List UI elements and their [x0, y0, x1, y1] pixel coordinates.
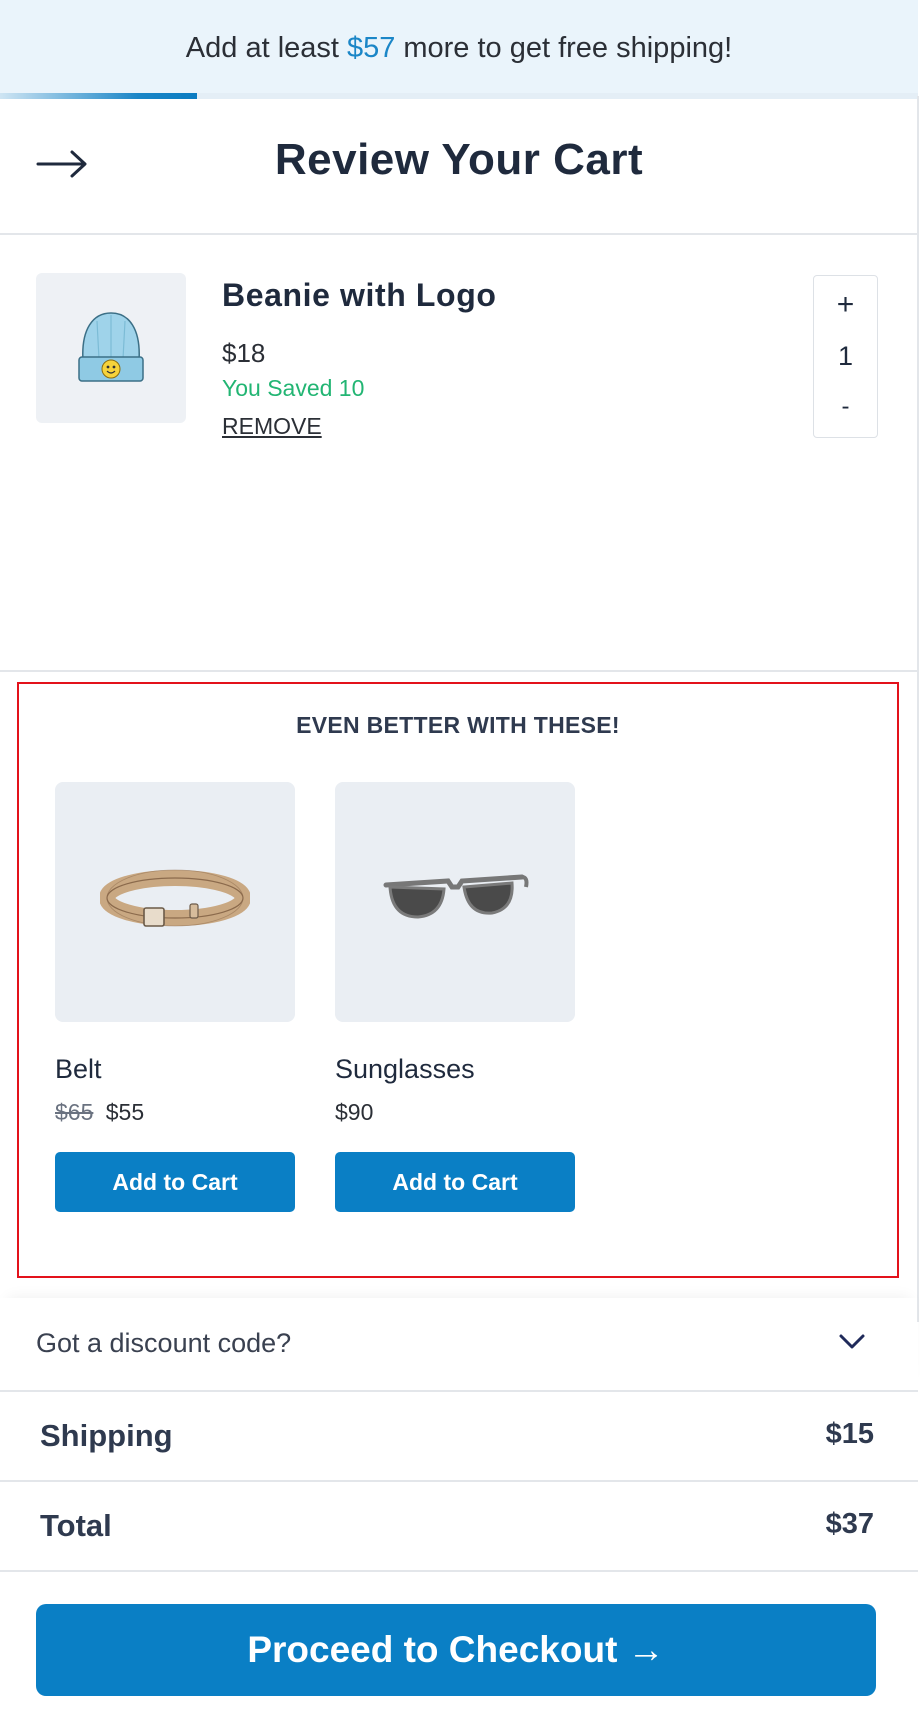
product-name: Belt — [55, 1054, 102, 1084]
increase-quantity-button[interactable]: + — [814, 282, 877, 328]
banner-amount: $57 — [346, 31, 396, 64]
cart-header: Review Your Cart — [0, 99, 918, 235]
discount-label: Got a discount code? — [36, 1328, 292, 1358]
shipping-row: Shipping $15 — [0, 1392, 918, 1482]
cart-item-name: Beanie with Logo — [222, 277, 497, 313]
product-price: $65 $55 — [55, 1099, 295, 1126]
product-thumbnail — [36, 273, 186, 423]
free-shipping-banner: Add at least $57 more to get free shippi… — [0, 0, 918, 96]
decrease-quantity-button[interactable]: - — [814, 384, 877, 430]
discount-code-toggle[interactable]: Got a discount code? — [0, 1298, 918, 1392]
product-name: Sunglasses — [335, 1054, 475, 1084]
upsell-section: EVEN BETTER WITH THESE! Belt $65 $55 Add… — [17, 682, 899, 1278]
total-value: $37 — [825, 1508, 874, 1540]
shipping-value: $15 — [825, 1418, 874, 1450]
upsell-heading: EVEN BETTER WITH THESE! — [296, 712, 620, 738]
product-image — [335, 782, 575, 1022]
proceed-to-checkout-button[interactable]: Proceed to Checkout → — [36, 1604, 876, 1696]
sunglasses-icon — [383, 874, 529, 919]
banner-prefix: Add at least — [185, 31, 339, 64]
quantity-value: 1 — [837, 341, 854, 371]
total-row: Total $37 — [0, 1482, 918, 1572]
beanie-icon — [78, 312, 144, 382]
remove-item-link[interactable]: REMOVE — [222, 413, 322, 440]
product-price: $90 — [335, 1099, 575, 1126]
upsell-product-card: Belt $65 $55 Add to Cart — [55, 782, 295, 1212]
belt-icon — [100, 869, 250, 927]
quantity-stepper: + 1 - — [813, 275, 878, 438]
total-label: Total — [40, 1508, 112, 1543]
cart-item-savings: You Saved 10 — [222, 375, 365, 401]
upsell-product-card: Sunglasses $90 Add to Cart — [335, 782, 575, 1212]
page-title: Review Your Cart — [274, 135, 644, 184]
shipping-label: Shipping — [40, 1418, 173, 1453]
add-to-cart-button[interactable]: Add to Cart — [55, 1152, 295, 1212]
sale-price: $90 — [335, 1099, 374, 1125]
banner-suffix: more to get free shipping! — [403, 31, 733, 64]
original-price: $65 — [55, 1099, 94, 1125]
cart-item-price: $18 — [222, 338, 266, 368]
cart-item: Beanie with Logo $18 You Saved 10 REMOVE… — [0, 235, 918, 672]
add-to-cart-button[interactable]: Add to Cart — [335, 1152, 575, 1212]
chevron-down-icon[interactable] — [838, 1332, 866, 1352]
sale-price: $55 — [105, 1099, 145, 1125]
product-image — [55, 782, 295, 1022]
